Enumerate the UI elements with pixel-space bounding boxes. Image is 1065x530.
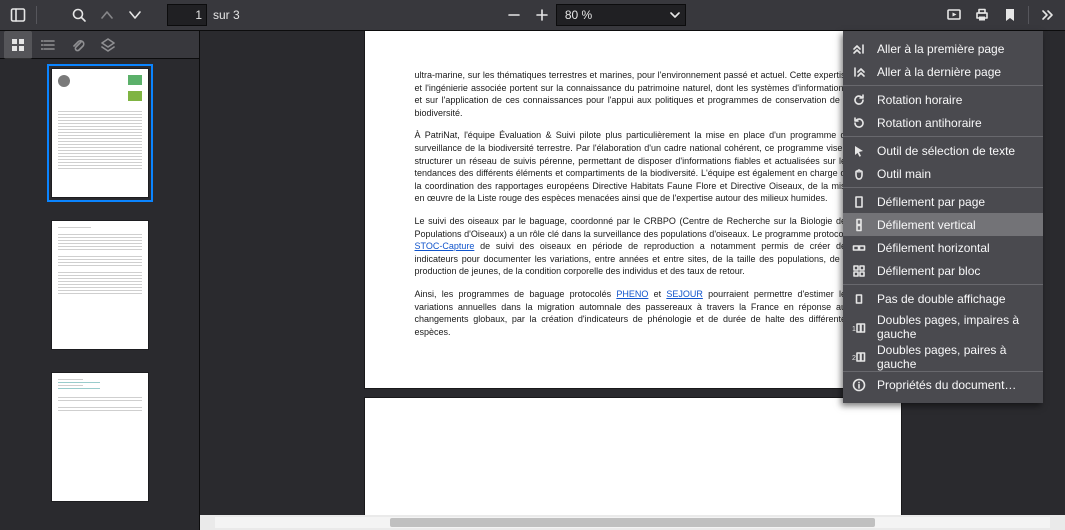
page-number-input[interactable]	[167, 4, 207, 26]
sidebar-toggle-button[interactable]	[4, 1, 32, 29]
menu-scroll-page[interactable]: Défilement par page	[843, 190, 1043, 213]
separator	[36, 6, 37, 24]
page-2	[365, 398, 901, 518]
menu-label: Outil de sélection de texte	[877, 144, 1033, 158]
thumbnails-tab[interactable]	[4, 31, 32, 59]
scroll-horizontal-icon	[851, 240, 867, 256]
doc-text: À PatriNat, l'équipe Évaluation & Suivi …	[415, 130, 851, 203]
bookmark-button[interactable]	[996, 1, 1024, 29]
link-pheno[interactable]: PHENO	[616, 289, 648, 299]
menu-label: Aller à la première page	[877, 42, 1033, 56]
zoom-in-button[interactable]	[528, 1, 556, 29]
menu-label: Rotation horaire	[877, 93, 1033, 107]
next-page-button[interactable]	[121, 1, 149, 29]
menu-label: Doubles pages, paires à gauche	[877, 343, 1033, 371]
outline-tab[interactable]	[34, 31, 62, 59]
zoom-value: 80 %	[565, 8, 592, 22]
hand-icon	[851, 166, 867, 182]
menu-spread-none[interactable]: Pas de double affichage	[843, 287, 1043, 310]
menu-text-select-tool[interactable]: Outil de sélection de texte	[843, 139, 1043, 162]
sidebar-toolbar	[0, 31, 199, 59]
menu-last-page[interactable]: Aller à la dernière page	[843, 60, 1043, 83]
menu-label: Défilement vertical	[877, 218, 1033, 232]
rotate-ccw-icon	[851, 115, 867, 131]
menu-spread-odd[interactable]: 1 Doubles pages, impaires à gauche	[843, 310, 1043, 346]
menu-label: Défilement par page	[877, 195, 1033, 209]
menu-label: Aller à la dernière page	[877, 65, 1033, 79]
menu-document-properties[interactable]: Propriétés du document…	[843, 374, 1043, 397]
doc-text: ultra-marine, sur les thématiques terres…	[415, 70, 851, 118]
page-1: ultra-marine, sur les thématiques terres…	[365, 31, 901, 388]
link-stoc-capture[interactable]: STOC-Capture	[415, 241, 475, 251]
scroll-vertical-icon	[851, 217, 867, 233]
doc-text: Ainsi, les programmes de baguage protoco…	[415, 289, 617, 299]
separator	[1028, 6, 1029, 24]
menu-scroll-wrapped[interactable]: Défilement par bloc	[843, 259, 1043, 282]
spread-none-icon	[851, 291, 867, 307]
menu-rotate-ccw[interactable]: Rotation antihoraire	[843, 111, 1043, 134]
page-total-label: sur 3	[213, 8, 240, 22]
menu-label: Doubles pages, impaires à gauche	[877, 314, 1033, 342]
presentation-button[interactable]	[940, 1, 968, 29]
zoom-select[interactable]: 80 %	[556, 4, 686, 26]
menu-label: Propriétés du document…	[877, 378, 1033, 392]
thumbnail-page-1[interactable]	[52, 69, 148, 197]
scrollbar-thumb[interactable]	[390, 518, 874, 527]
sidebar	[0, 31, 200, 530]
cursor-icon	[851, 143, 867, 159]
search-button[interactable]	[65, 1, 93, 29]
tools-dropdown-menu: Aller à la première page Aller à la dern…	[843, 31, 1043, 403]
svg-text:1: 1	[852, 326, 856, 333]
link-sejour[interactable]: SEJOUR	[666, 289, 703, 299]
thumbnail-page-3[interactable]	[52, 373, 148, 501]
menu-hand-tool[interactable]: Outil main	[843, 162, 1043, 185]
menu-rotate-cw[interactable]: Rotation horaire	[843, 88, 1043, 111]
menu-first-page[interactable]: Aller à la première page	[843, 37, 1043, 60]
attachments-tab[interactable]	[64, 31, 92, 59]
spread-even-icon: 2	[851, 349, 867, 365]
menu-scroll-horizontal[interactable]: Défilement horizontal	[843, 236, 1043, 259]
rotate-cw-icon	[851, 92, 867, 108]
doc-text: Le suivi des oiseaux par le baguage, coo…	[415, 216, 851, 239]
first-page-icon	[851, 41, 867, 57]
menu-label: Rotation antihoraire	[877, 116, 1033, 130]
prev-page-button[interactable]	[93, 1, 121, 29]
last-page-icon	[851, 64, 867, 80]
doc-text: de suivi des oiseaux en période de repro…	[415, 241, 851, 276]
horizontal-scrollbar[interactable]	[200, 515, 1065, 530]
layers-tab[interactable]	[94, 31, 122, 59]
scroll-wrapped-icon	[851, 263, 867, 279]
main-toolbar: sur 3 80 %	[0, 0, 1065, 31]
doc-text: et	[648, 289, 666, 299]
menu-label: Pas de double affichage	[877, 292, 1033, 306]
tools-menu-button[interactable]	[1033, 1, 1061, 29]
spread-odd-icon: 1	[851, 320, 867, 336]
zoom-out-button[interactable]	[500, 1, 528, 29]
thumbnail-list	[0, 59, 199, 530]
print-button[interactable]	[968, 1, 996, 29]
menu-label: Défilement horizontal	[877, 241, 1033, 255]
menu-label: Défilement par bloc	[877, 264, 1033, 278]
svg-text:2: 2	[852, 355, 856, 362]
thumbnail-page-2[interactable]	[52, 221, 148, 349]
menu-spread-even[interactable]: 2 Doubles pages, paires à gauche	[843, 346, 1043, 369]
menu-label: Outil main	[877, 167, 1033, 181]
info-icon	[851, 377, 867, 393]
scroll-page-icon	[851, 194, 867, 210]
menu-scroll-vertical[interactable]: Défilement vertical	[843, 213, 1043, 236]
